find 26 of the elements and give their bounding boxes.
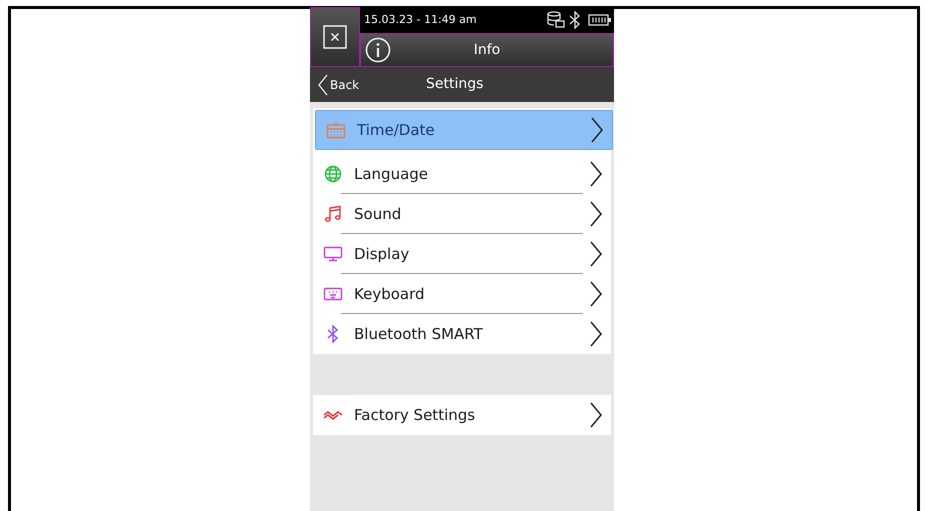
bluetooth-icon xyxy=(568,11,582,29)
chevron-right-icon xyxy=(590,117,604,143)
header-title: Info xyxy=(472,40,502,60)
chevron-right-icon xyxy=(589,161,603,187)
chevron-right-icon xyxy=(589,241,603,267)
chevron-right-icon xyxy=(589,201,603,227)
page-title: Settings xyxy=(426,75,484,94)
close-icon xyxy=(323,25,347,49)
bluetooth-icon xyxy=(326,325,340,343)
keyboard-icon xyxy=(323,287,343,301)
status-datetime: 15.03.23 - 11:49 am xyxy=(364,12,478,28)
settings-item[interactable]: Time/Date xyxy=(315,110,613,150)
monitor-icon xyxy=(323,246,343,262)
chevron-left-icon xyxy=(318,74,328,96)
music-note-icon xyxy=(324,205,342,223)
database-icon xyxy=(546,11,566,29)
close-button[interactable] xyxy=(310,7,360,67)
swap-arrows-icon xyxy=(323,409,343,421)
chevron-right-icon xyxy=(589,321,603,347)
info-icon[interactable] xyxy=(365,37,391,63)
globe-icon xyxy=(324,165,342,183)
chevron-right-icon xyxy=(589,281,603,307)
battery-icon xyxy=(588,14,612,26)
back-button[interactable]: Back xyxy=(318,74,360,96)
calendar-icon xyxy=(326,121,346,139)
chevron-right-icon xyxy=(589,402,603,428)
